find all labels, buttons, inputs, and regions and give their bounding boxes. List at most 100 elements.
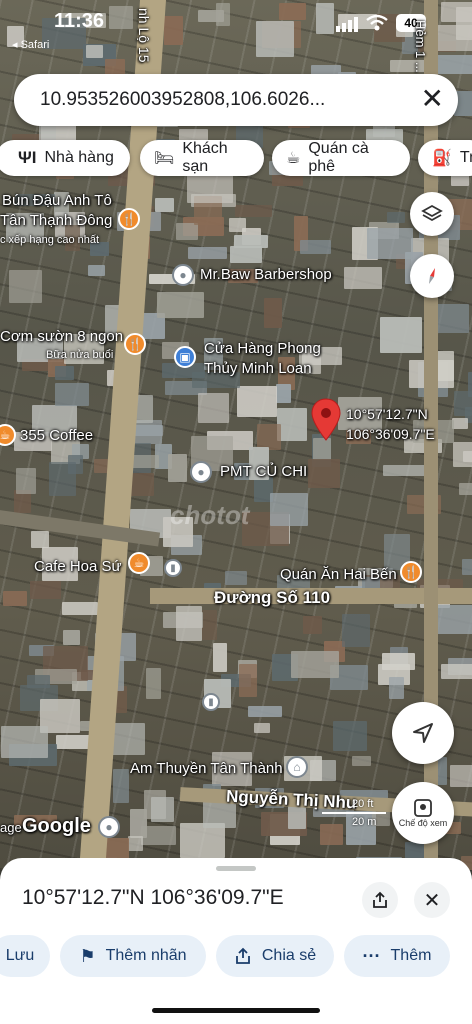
chip-cafes[interactable]: ☕ Quán cà phê xyxy=(272,140,410,176)
share-action-button[interactable]: Chia sẻ xyxy=(216,935,334,977)
place-cua-hang-1[interactable]: Cửa Hàng Phong xyxy=(204,340,321,357)
share-icon xyxy=(235,947,250,964)
compass-icon xyxy=(429,268,435,284)
building-roof xyxy=(128,835,144,852)
restaurant-icon[interactable]: 🍴 xyxy=(124,333,146,355)
building-roof xyxy=(224,570,248,585)
building-roof xyxy=(453,391,472,417)
building-roof xyxy=(459,482,472,495)
pin-lat-label: 10°57'12.7"N xyxy=(346,406,428,422)
building-roof xyxy=(366,228,413,260)
building-roof xyxy=(61,601,98,615)
drag-handle[interactable] xyxy=(216,866,256,871)
building-roof xyxy=(230,246,263,263)
place-marker-icon[interactable]: ● xyxy=(98,816,120,838)
place-am-thuyen[interactable]: Am Thuyền Tân Thành xyxy=(130,760,283,777)
status-bar: 11:36 ◂ Safari 40 xyxy=(0,10,472,51)
place-quan-an-hai-ben[interactable]: Quán Ăn Hai Bến xyxy=(280,566,397,583)
building-roof xyxy=(380,317,423,353)
road-label-duong-so-110: Đường Số 110 xyxy=(214,588,331,607)
street-view-icon xyxy=(414,799,432,817)
building-roof xyxy=(344,266,383,289)
shopping-bag-icon[interactable]: ▣ xyxy=(174,346,196,368)
chip-restaurants[interactable]: ΨΙ Nhà hàng xyxy=(0,140,130,176)
place-bun-dau-note: c xếp hạng cao nhất xyxy=(0,234,100,246)
place-cua-hang-2: Thủy Minh Loan xyxy=(204,360,312,377)
place-pmt-cu-chi[interactable]: PMT CỦ CHI xyxy=(220,463,307,480)
satellite-map[interactable]: 11:36 ◂ Safari 40 nh Lộ 15 Hẻm 1 ... g S… xyxy=(0,0,472,870)
google-logo: Google xyxy=(22,815,91,837)
place-barber[interactable]: Mr.Baw Barbershop xyxy=(200,266,332,283)
building-roof xyxy=(187,246,228,259)
building-roof xyxy=(213,642,228,673)
scale-bar: 20 ft 20 m xyxy=(322,798,388,830)
building-roof xyxy=(167,454,187,482)
my-location-button[interactable] xyxy=(392,702,454,764)
add-label-label: Thêm nhãn xyxy=(105,947,187,964)
close-sheet-button[interactable]: ✕ xyxy=(414,882,450,918)
building-roof xyxy=(16,467,36,494)
building-roof xyxy=(352,755,371,767)
navigation-arrow-icon xyxy=(413,723,433,743)
building-roof xyxy=(235,204,272,217)
place-com-suon[interactable]: Cơm sườn 8 ngon xyxy=(0,328,123,345)
bus-stop-icon[interactable]: ▮ xyxy=(164,559,182,577)
place-355-coffee[interactable]: 355 Coffee xyxy=(20,427,93,444)
building-roof xyxy=(13,490,31,514)
place-age: age xyxy=(0,820,22,835)
coffee-icon[interactable]: ☕ xyxy=(128,552,150,574)
chip-hotels[interactable]: 🛏 Khách sạn xyxy=(140,140,264,176)
place-com-suon-sub: Bữa nửa buổi xyxy=(46,349,114,361)
gas-pump-icon: ⛽ xyxy=(432,150,452,167)
more-button[interactable]: ··· Thêm xyxy=(344,935,450,977)
building-roof xyxy=(31,530,50,549)
building-roof xyxy=(3,590,28,606)
building-roof xyxy=(436,351,454,382)
place-bun-dau[interactable]: Bún Đậu Anh Tô xyxy=(2,192,112,209)
place-marker-icon[interactable]: ● xyxy=(172,264,194,286)
restaurant-icon[interactable]: 🍴 xyxy=(400,561,422,583)
watermark: chotot xyxy=(170,500,250,530)
building-roof xyxy=(87,264,105,277)
scale-m: 20 m xyxy=(352,816,377,828)
search-input[interactable]: 10.953526003952808,106.6026... xyxy=(40,89,325,111)
building-roof xyxy=(300,239,331,254)
chip-restaurants-label: Nhà hàng xyxy=(44,149,114,166)
building-roof xyxy=(437,54,472,74)
building-roof xyxy=(0,725,48,758)
status-time: 11:36 xyxy=(54,10,105,32)
temple-icon[interactable]: ⌂ xyxy=(286,756,308,778)
view-mode-button[interactable]: Chế độ xem xyxy=(392,782,454,844)
back-to-app[interactable]: ◂ Safari xyxy=(12,38,49,51)
close-icon: ✕ xyxy=(423,889,441,912)
chip-hotels-label: Khách sạn xyxy=(182,140,228,175)
share-button[interactable] xyxy=(362,882,398,918)
place-marker-icon[interactable]: ● xyxy=(190,461,212,483)
building-roof xyxy=(54,365,74,381)
bus-stop-icon[interactable]: ▮ xyxy=(202,693,220,711)
place-bun-dau-sub: Tân Thạnh Đông xyxy=(0,212,113,229)
place-cafe-hoa-su[interactable]: Cafe Hoa Sứ xyxy=(34,558,122,575)
building-roof xyxy=(86,45,103,59)
add-label-button[interactable]: ⚑ Thêm nhãn xyxy=(60,935,206,977)
clear-search-icon[interactable]: ✕ xyxy=(421,84,444,114)
location-pin-icon[interactable] xyxy=(311,398,341,442)
building-roof xyxy=(248,706,283,718)
search-bar[interactable]: 10.953526003952808,106.6026... ✕ xyxy=(14,74,458,126)
save-button[interactable]: Lưu xyxy=(0,935,50,977)
building-roof xyxy=(450,764,472,788)
building-roof xyxy=(276,383,291,404)
building-roof xyxy=(440,663,472,680)
compass-button[interactable] xyxy=(410,254,454,298)
building-roof xyxy=(54,382,89,406)
chip-more-label: Tr xyxy=(459,149,472,166)
building-roof xyxy=(387,211,405,224)
building-roof xyxy=(154,198,175,213)
sheet-coordinates: 10°57'12.7"N 106°36'09.7"E xyxy=(22,886,284,909)
bed-icon: 🛏 xyxy=(154,150,175,167)
layers-button[interactable] xyxy=(410,192,454,236)
restaurant-icon[interactable]: 🍴 xyxy=(118,208,140,230)
chip-more[interactable]: ⛽ Tr xyxy=(418,140,472,176)
building-roof xyxy=(112,769,130,804)
building-roof xyxy=(180,823,225,858)
